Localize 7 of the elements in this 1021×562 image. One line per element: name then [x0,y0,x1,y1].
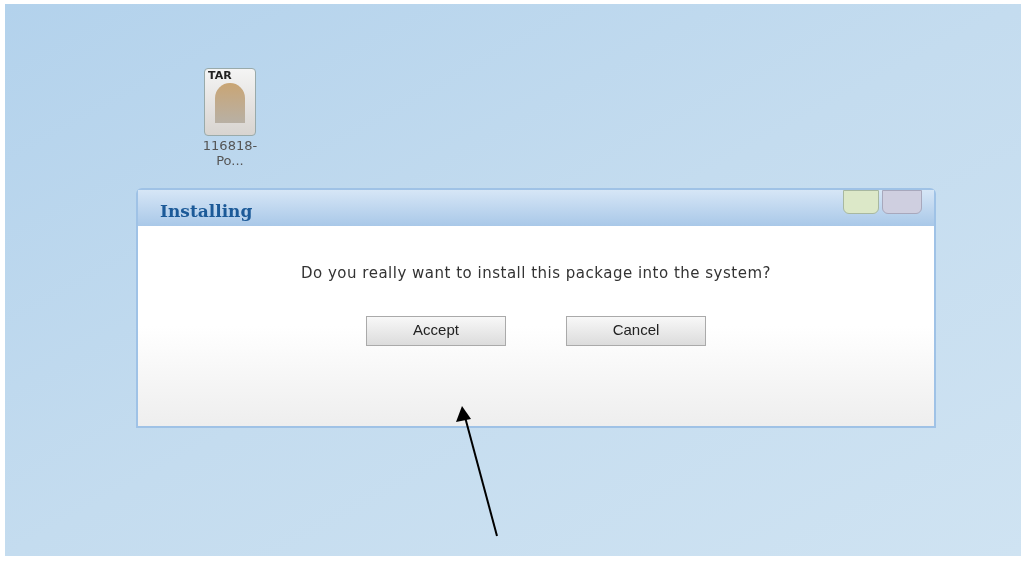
file-name-label: 116818- Po... [202,138,258,168]
window-title: Installing [160,199,253,223]
confirmation-message: Do you really want to install this package into the system? [301,263,771,284]
accept-button[interactable]: Accept [366,315,506,346]
cancel-button[interactable]: Cancel [566,315,706,346]
desktop-icon[interactable]: TAR 116818- Po... [190,68,270,168]
file-type-label: TAR [208,70,232,81]
